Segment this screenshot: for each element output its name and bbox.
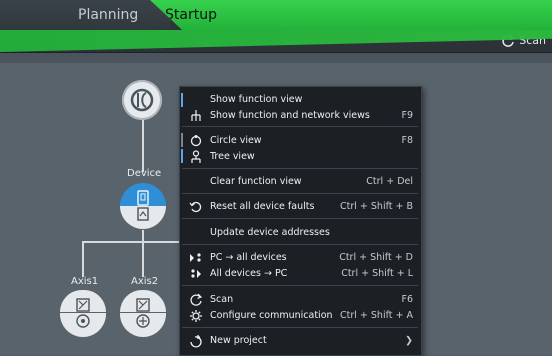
menu-item-shortcut: Ctrl + Del [366,176,413,187]
menu-item-shortcut: Ctrl + Shift + B [339,201,413,212]
download-to-devices-icon [190,253,201,262]
menu-item-reset-device-faults[interactable]: Reset all device faults Ctrl + Shift + B [180,199,421,215]
menu-item-new-project[interactable]: New project ❯ [180,333,421,349]
menu-item-shortcut: Ctrl + Shift + A [340,310,413,321]
axis2-label: Axis2 [131,276,159,287]
menu-item-label: Circle view [210,135,262,146]
menu-item-label: New project [210,335,267,346]
menu-item-label: Update device addresses [210,227,330,238]
menu-item-configure-communication[interactable]: Configure communication Ctrl + Shift + A [180,308,421,324]
submenu-chevron-icon: ❯ [405,335,413,346]
menu-item-label: Clear function view [210,176,302,187]
tab-startup-label: Startup [165,7,217,23]
context-menu: Show function view Show function and net… [179,86,422,356]
network-tree-icon [191,110,201,121]
new-project-icon [190,335,202,348]
menu-separator [182,218,418,219]
axis2-motor-icon [136,314,150,328]
menu-item-all-devices-to-pc[interactable]: All devices → PC Ctrl + Shift + L [180,266,421,282]
menu-item-shortcut: F8 [401,135,413,146]
menu-item-show-function-network-views[interactable]: Show function and network views F9 [180,108,421,124]
gear-icon [190,310,202,322]
menu-item-label: Show function and network views [210,110,370,121]
upload-from-devices-icon [191,269,201,278]
tab-startup[interactable]: Startup [150,0,552,30]
menu-separator [182,126,418,127]
device-module-icon [137,207,149,221]
menu-item-shortcut: Ctrl + Shift + L [341,268,413,279]
connector-line [82,241,182,243]
menu-item-label: Tree view [210,151,255,162]
axis1-motor-icon [76,314,90,328]
menu-separator [182,193,418,194]
axis2-drive-icon [136,298,150,312]
tab-bar: Planning Startup [0,0,552,30]
menu-item-label: Scan [210,294,234,305]
menu-item-shortcut: F6 [401,294,413,305]
menu-item-tree-view[interactable]: Tree view [180,149,421,165]
menu-separator [182,327,418,328]
connector-line [82,241,84,277]
tree-view-icon [191,150,201,163]
menu-item-show-function-view[interactable]: Show function view [180,92,421,108]
reset-icon [189,201,202,213]
menu-item-label: Show function view [210,94,303,105]
device-label: Device [127,168,162,179]
menu-item-label: Configure communication [210,310,333,321]
controller-node[interactable] [122,80,162,120]
menu-item-label: Reset all device faults [210,201,315,212]
axis1-label: Axis1 [71,276,99,287]
device-icon [137,190,149,206]
circle-view-icon [190,135,202,147]
menu-item-label: PC → all devices [210,252,287,263]
menu-item-clear-function-view[interactable]: Clear function view Ctrl + Del [180,174,421,190]
connector-line [142,120,144,172]
axis1-drive-icon [76,298,90,312]
sub-toolbar [0,53,552,63]
menu-item-pc-to-all-devices[interactable]: PC → all devices Ctrl + Shift + D [180,250,421,266]
menu-item-scan[interactable]: Scan F6 [180,292,421,308]
menu-separator [182,244,418,245]
menu-item-circle-view[interactable]: Circle view F8 [180,133,421,149]
menu-separator [182,168,418,169]
menu-item-update-device-addresses[interactable]: Update device addresses [180,225,421,241]
controller-icon [130,88,154,112]
menu-item-label: All devices → PC [210,268,288,279]
tab-planning[interactable]: Planning [0,0,170,30]
connector-line [142,241,144,277]
menu-item-shortcut: F9 [401,110,413,121]
scan-icon [190,293,203,306]
menu-item-shortcut: Ctrl + Shift + D [339,252,413,263]
menu-separator [182,285,418,286]
